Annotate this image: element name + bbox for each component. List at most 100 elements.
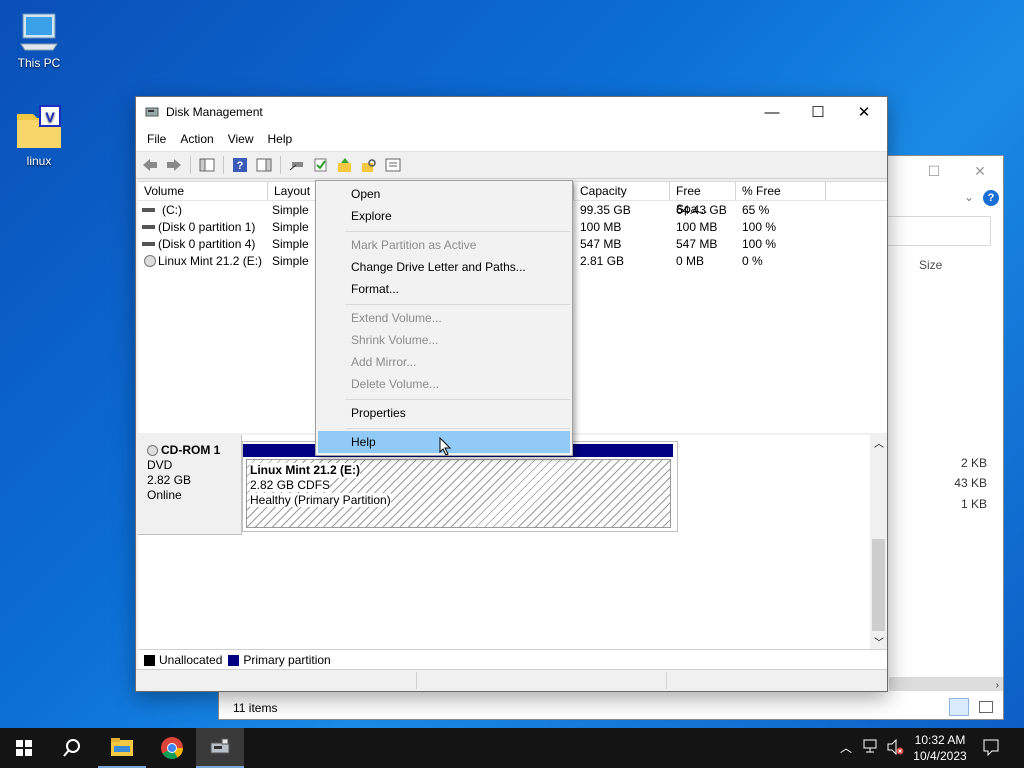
show-hide-action-pane-icon[interactable]: [254, 155, 274, 175]
clock[interactable]: 10:32 AM 10/4/2023: [912, 732, 968, 764]
column-header-capacity[interactable]: Capacity: [574, 182, 670, 200]
column-header-size[interactable]: Size: [919, 258, 942, 272]
file-size: 1 KB: [960, 497, 987, 511]
folder-up-icon[interactable]: [335, 155, 355, 175]
help-icon[interactable]: ?: [983, 190, 999, 206]
scroll-down-icon[interactable]: ﹀: [874, 634, 884, 649]
menu-view[interactable]: View: [221, 132, 261, 146]
close-icon[interactable]: ✕: [957, 156, 1003, 186]
window-title: Disk Management: [166, 105, 263, 119]
search-folder-icon[interactable]: [359, 155, 379, 175]
vertical-scrollbar[interactable]: ︿ ﹀: [870, 435, 887, 649]
search-box[interactable]: [887, 216, 991, 246]
help-icon[interactable]: ?: [230, 155, 250, 175]
search-button[interactable]: [48, 728, 96, 768]
menu-action[interactable]: Action: [173, 132, 220, 146]
volume-free: 547 MB: [676, 237, 718, 251]
menu-item-add-mirror: Add Mirror...: [351, 355, 417, 369]
file-size: 43 KB: [954, 476, 987, 490]
scroll-thumb[interactable]: [872, 539, 885, 631]
horizontal-scrollbar[interactable]: [889, 677, 1003, 691]
details-view-icon[interactable]: [949, 698, 969, 716]
check-icon[interactable]: [311, 155, 331, 175]
taskbar-file-explorer[interactable]: [98, 728, 146, 768]
clock-time: 10:32 AM: [914, 733, 966, 747]
disk-size: 2.82 GB: [147, 473, 192, 487]
desktop-icon-this-pc[interactable]: This PC: [4, 10, 74, 70]
desktop-icon-label: linux: [26, 154, 52, 168]
desktop-icon-label: This PC: [17, 56, 61, 70]
volume-capacity: 2.81 GB: [580, 254, 625, 268]
menu-help[interactable]: Help: [261, 132, 300, 146]
menu-item-shrink-volume: Shrink Volume...: [351, 333, 439, 347]
disk-graphical-view[interactable]: CD-ROM 1 DVD 2.82 GB Online Linux Mint 2…: [138, 435, 887, 649]
volume-free: 64.43 GB: [676, 203, 727, 217]
menu-file[interactable]: File: [140, 132, 173, 146]
volume-capacity: 547 MB: [580, 237, 622, 251]
partition-name: Linux Mint 21.2 (E:): [250, 463, 361, 478]
menu-item-properties[interactable]: Properties: [318, 402, 570, 424]
partition-linux-mint[interactable]: Linux Mint 21.2 (E:) 2.82 GB CDFS Health…: [246, 459, 671, 528]
column-header-free-space[interactable]: Free Spa...: [670, 182, 736, 216]
volume-icon: [142, 242, 155, 246]
volume-layout: Simple: [272, 254, 309, 268]
volume-percent-free: 0 %: [742, 254, 763, 268]
show-hidden-icons-icon[interactable]: ︿: [840, 739, 852, 756]
taskbar-chrome[interactable]: [148, 728, 196, 768]
console-tree-icon[interactable]: [197, 155, 217, 175]
cd-rom-icon: [144, 255, 156, 267]
svg-text:V: V: [45, 109, 55, 125]
status-item-count: 11 items: [233, 701, 278, 715]
file-size: 2 KB: [960, 456, 987, 470]
menu-item-explore[interactable]: Explore: [318, 205, 570, 227]
column-header-percent-free[interactable]: % Free: [736, 182, 826, 200]
close-button[interactable]: ✕: [841, 97, 887, 127]
connect-disk-icon[interactable]: [287, 155, 307, 175]
context-menu[interactable]: Open Explore Mark Partition as Active Ch…: [315, 180, 573, 456]
volume-name: (Disk 0 partition 4): [158, 237, 256, 251]
legend-swatch: [228, 654, 240, 666]
legend-swatch: [144, 654, 155, 666]
volume-muted-icon[interactable]: [886, 738, 904, 758]
toolbar: ?: [136, 151, 887, 179]
scroll-right-icon[interactable]: ›: [996, 680, 999, 691]
back-icon[interactable]: [140, 155, 160, 175]
volume-percent-free: 100 %: [742, 237, 777, 251]
windows-icon: [16, 740, 32, 756]
disk-type: DVD: [147, 458, 173, 472]
column-header-volume[interactable]: Volume: [138, 182, 268, 200]
desktop-icon-linux[interactable]: V linux: [4, 104, 74, 168]
menu-item-delete-volume: Delete Volume...: [351, 377, 440, 391]
volume-icon: [142, 225, 155, 229]
folder-icon: V: [17, 105, 61, 148]
start-button[interactable]: [0, 728, 48, 768]
clock-date: 10/4/2023: [913, 749, 967, 763]
legend-unallocated: Unallocated: [144, 653, 222, 667]
network-icon[interactable]: [863, 739, 879, 756]
menu-item-change-drive-letter[interactable]: Change Drive Letter and Paths...: [318, 256, 570, 278]
volume-free: 0 MB: [676, 254, 705, 268]
taskbar-disk-management[interactable]: [196, 728, 244, 768]
notifications-icon[interactable]: [982, 738, 1000, 759]
mouse-cursor-icon: [439, 437, 452, 456]
volume-layout: Simple: [272, 220, 309, 234]
disk-management-icon: [210, 738, 230, 754]
chrome-icon: [161, 737, 183, 759]
large-icons-view-icon[interactable]: [979, 701, 993, 713]
volume-icon: [142, 208, 155, 212]
disk-label-cd-rom-1[interactable]: CD-ROM 1 DVD 2.82 GB Online: [138, 435, 242, 535]
menu-item-open[interactable]: Open: [318, 183, 570, 205]
menu-item-extend-volume: Extend Volume...: [351, 311, 442, 325]
maximize-button[interactable]: ☐: [795, 97, 841, 127]
status-bar: [136, 669, 887, 691]
chevron-down-icon[interactable]: ⌄: [964, 190, 974, 204]
menu-item-format[interactable]: Format...: [318, 278, 570, 300]
title-bar[interactable]: Disk Management — ☐ ✕: [136, 97, 887, 127]
legend: Unallocated Primary partition: [138, 649, 887, 669]
minimize-button[interactable]: —: [749, 97, 795, 127]
maximize-icon[interactable]: ☐: [911, 156, 957, 186]
volume-percent-free: 65 %: [742, 203, 770, 217]
properties-icon[interactable]: [383, 155, 403, 175]
forward-icon[interactable]: [164, 155, 184, 175]
scroll-up-icon[interactable]: ︿: [874, 435, 884, 450]
